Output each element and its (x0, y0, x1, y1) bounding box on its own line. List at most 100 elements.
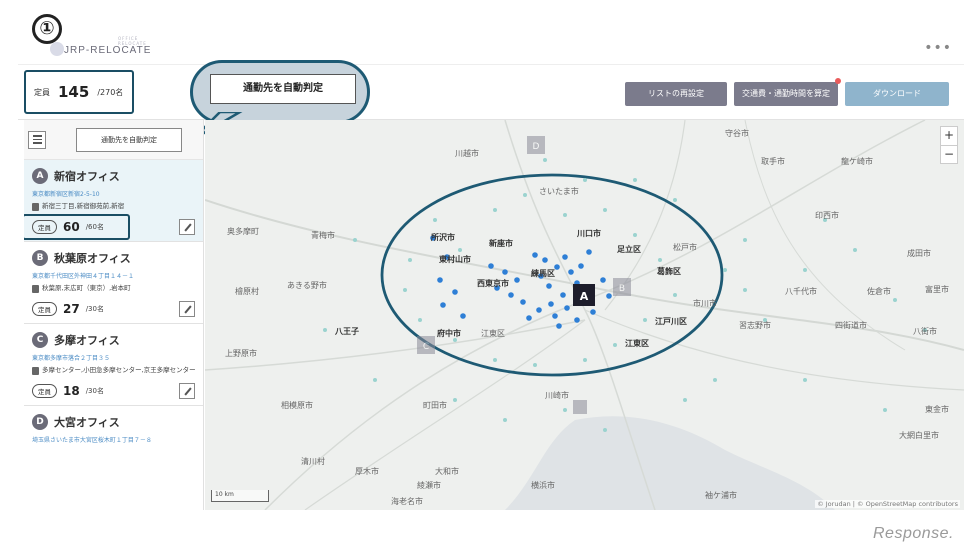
map-label: 佐倉市 (867, 287, 891, 296)
office-address: 東京都多摩市落合２丁目３５ (32, 355, 111, 362)
map-label: さいたま市 (539, 187, 579, 196)
total-capacity: 定員 145 /270名 (24, 70, 134, 114)
map-label: 八王子 (335, 327, 359, 336)
map-label: 八街市 (913, 327, 937, 336)
total-capacity-value: 145 (58, 83, 90, 101)
map-label: 江戸川区 (655, 317, 687, 326)
map-label: 新座市 (489, 239, 513, 248)
map-scale-bar: 10 km (211, 490, 269, 502)
capacity-highlight (24, 214, 130, 240)
office-letter-badge: A (32, 168, 48, 184)
train-icon (32, 203, 39, 211)
map-label: 西東京市 (477, 279, 509, 288)
map-label: 大網白里市 (899, 431, 939, 440)
map-label: 印西市 (815, 211, 839, 220)
total-capacity-max: /270名 (97, 87, 124, 97)
map-label: 相模原市 (281, 401, 313, 410)
map-label: 川口市 (577, 229, 601, 238)
map-label: 足立区 (617, 245, 641, 254)
office-letter-badge: B (32, 250, 48, 266)
map-label: 東金市 (925, 405, 949, 414)
map-label: 綾瀬市 (417, 481, 441, 490)
office-letter-badge: D (32, 414, 48, 430)
hamburger-icon[interactable] (28, 130, 46, 149)
map-base: A B C D (205, 120, 964, 510)
map-label: 江東区 (625, 339, 649, 348)
map-label: 川崎市 (545, 391, 569, 400)
office-item-omiya[interactable]: D 大宮オフィス 埼玉県さいたま市大宮区桜木町１丁目７－８ (24, 406, 203, 444)
capacity-max: /30名 (85, 387, 104, 395)
svg-text:C: C (423, 342, 429, 352)
map-attribution: © Jorudan | © OpenStreetMap contributors (815, 500, 960, 508)
map-label: 檜原村 (235, 287, 259, 296)
office-item-tama[interactable]: C 多摩オフィス 東京都多摩市落合２丁目３５ 多摩センター,小田急多摩センター,… (24, 324, 203, 406)
map-label: 川越市 (455, 149, 479, 158)
map-label: あきる野市 (287, 281, 327, 290)
response-watermark: Response. (873, 525, 954, 542)
office-item-akihabara[interactable]: B 秋葉原オフィス 東京都千代田区外神田４丁目１４－１ 秋葉原,末広町（東京）,… (24, 242, 203, 324)
office-stations: 秋葉原,末広町（東京）,岩本町 (42, 284, 131, 292)
train-icon (32, 367, 39, 375)
map-label: 大和市 (435, 467, 459, 476)
map-label: 町田市 (423, 401, 447, 410)
map-label: 江東区 (481, 329, 505, 338)
download-button[interactable]: ダウンロード (845, 82, 949, 106)
office-address: 埼玉県さいたま市大宮区桜木町１丁目７－８ (32, 437, 152, 444)
office-name: 新宿オフィス (54, 170, 120, 183)
edit-pencil-icon[interactable] (179, 383, 195, 399)
office-letter-badge: C (32, 332, 48, 348)
office-stations: 新宿三丁目,新宿御苑前,新宿 (42, 202, 125, 210)
train-icon (32, 285, 39, 293)
map-label: 松戸市 (673, 243, 697, 252)
auto-assign-button[interactable]: 通勤先を自動判定 (210, 74, 356, 104)
map-label: 奥多摩町 (227, 227, 259, 236)
map-label: 守谷市 (725, 129, 749, 138)
map-label: 龍ケ崎市 (841, 157, 873, 166)
map-label: 清川村 (301, 457, 325, 466)
map-label: 市川市 (693, 299, 717, 308)
more-menu-icon[interactable]: ••• (924, 40, 952, 56)
office-name: 秋葉原オフィス (54, 252, 131, 265)
svg-text:A: A (580, 290, 589, 303)
map-label: 袖ケ浦市 (705, 491, 737, 500)
map-label: 横浜市 (531, 481, 555, 490)
total-capacity-label: 定員 (34, 87, 50, 97)
map-label: 習志野市 (739, 321, 771, 330)
office-address: 東京都千代田区外神田４丁目１４－１ (32, 273, 135, 280)
zoom-out-button[interactable]: − (941, 145, 957, 163)
office-name: 多摩オフィス (54, 334, 120, 347)
map-label: 練馬区 (531, 269, 555, 278)
edit-pencil-icon[interactable] (179, 301, 195, 317)
map-label: 富里市 (925, 285, 949, 294)
commute-map[interactable]: A B C D 川越市 守谷市 取手市 龍ケ崎市 さいたま市 印西市 奥多摩町 … (205, 120, 964, 510)
office-sidebar: 通勤先を自動判定 A 新宿オフィス 東京都新宿区新宿2-5-10 新宿三丁目,新… (24, 120, 204, 510)
map-label: 府中市 (437, 329, 461, 338)
office-address: 東京都新宿区新宿2-5-10 (32, 191, 100, 198)
sidebar-auto-assign-button[interactable]: 通勤先を自動判定 (76, 127, 182, 152)
office-marker-a-icon[interactable]: A (573, 284, 595, 306)
svg-text:D: D (533, 142, 540, 152)
logo-mark-icon (50, 42, 64, 56)
calc-cost-button[interactable]: 交通費・通勤時間を算定 (734, 82, 838, 106)
sidebar-toolbar: 通勤先を自動判定 (24, 120, 203, 160)
capacity-label: 定員 (32, 302, 57, 316)
svg-text:B: B (619, 284, 625, 294)
capacity-value: 27 (63, 302, 80, 316)
map-label: 海老名市 (391, 497, 423, 506)
map-label: 上野原市 (225, 349, 257, 358)
capacity-value: 18 (63, 384, 80, 398)
logo-text: JRP-RELOCATE (64, 45, 152, 56)
edit-pencil-icon[interactable] (179, 219, 195, 235)
reset-list-button[interactable]: リストの再設定 (625, 82, 727, 106)
map-label: 四街道市 (835, 321, 867, 330)
app-logo: OFFICE RELOCATE JRP-RELOCATE (50, 36, 151, 56)
capacity-max: /30名 (85, 305, 104, 313)
office-item-shinjuku[interactable]: A 新宿オフィス 東京都新宿区新宿2-5-10 新宿三丁目,新宿御苑前,新宿 定… (24, 160, 203, 242)
office-stations: 多摩センター,小田急多摩センター,京王多摩センター (42, 366, 196, 374)
map-label: 取手市 (761, 157, 785, 166)
map-label: 青梅市 (311, 231, 335, 240)
office-name: 大宮オフィス (54, 416, 120, 429)
map-label: 葛飾区 (657, 267, 681, 276)
zoom-control: + − (940, 126, 958, 164)
zoom-in-button[interactable]: + (941, 127, 957, 145)
